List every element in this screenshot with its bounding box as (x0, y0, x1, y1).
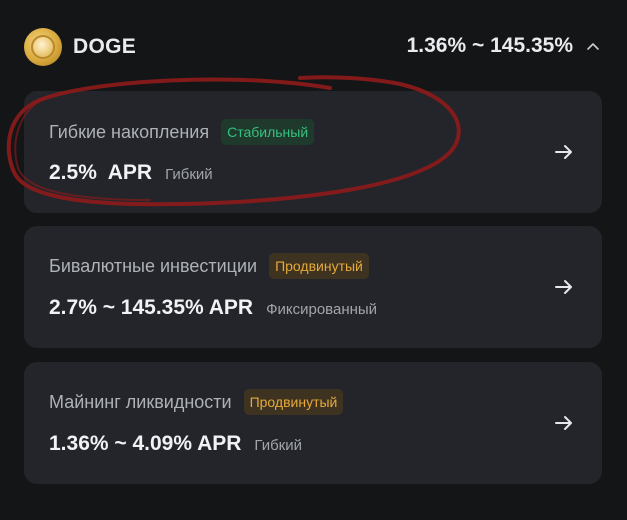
product-title: Майнинг ликвидности (49, 391, 232, 412)
coin-header[interactable]: DOGE 1.36% ~ 145.35% (24, 27, 609, 67)
doge-coin-icon (24, 28, 62, 66)
product-apr: 1.36% ~ 4.09% APR (49, 432, 242, 455)
arrow-right-icon[interactable] (554, 143, 574, 161)
product-card-flexible-savings[interactable]: Гибкие накопления Стабильный 2.5% APR Ги… (24, 91, 602, 213)
product-type: Гибкий (165, 166, 213, 183)
product-card-dual-investment[interactable]: Бивалютные инвестиции Продвинутый 2.7% ~… (24, 226, 602, 348)
product-title: Бивалютные инвестиции (49, 255, 258, 276)
chevron-up-icon[interactable] (586, 39, 600, 53)
product-type: Фиксированный (266, 301, 378, 318)
product-apr: 2.7% ~ 145.35% APR (49, 296, 254, 319)
arrow-right-icon[interactable] (554, 414, 574, 432)
arrow-right-icon[interactable] (554, 278, 574, 296)
level-badge: Продвинутый (269, 253, 369, 279)
level-badge: Продвинутый (243, 389, 344, 415)
stability-badge: Стабильный (221, 119, 315, 145)
apr-range: 1.36% ~ 145.35% (406, 34, 573, 57)
product-title: Гибкие накопления (49, 121, 210, 142)
product-type: Гибкий (254, 437, 302, 454)
coin-name: DOGE (73, 35, 137, 58)
product-apr: 2.5% APR (49, 161, 153, 184)
product-card-liquidity-mining[interactable]: Майнинг ликвидности Продвинутый 1.36% ~ … (24, 362, 602, 484)
